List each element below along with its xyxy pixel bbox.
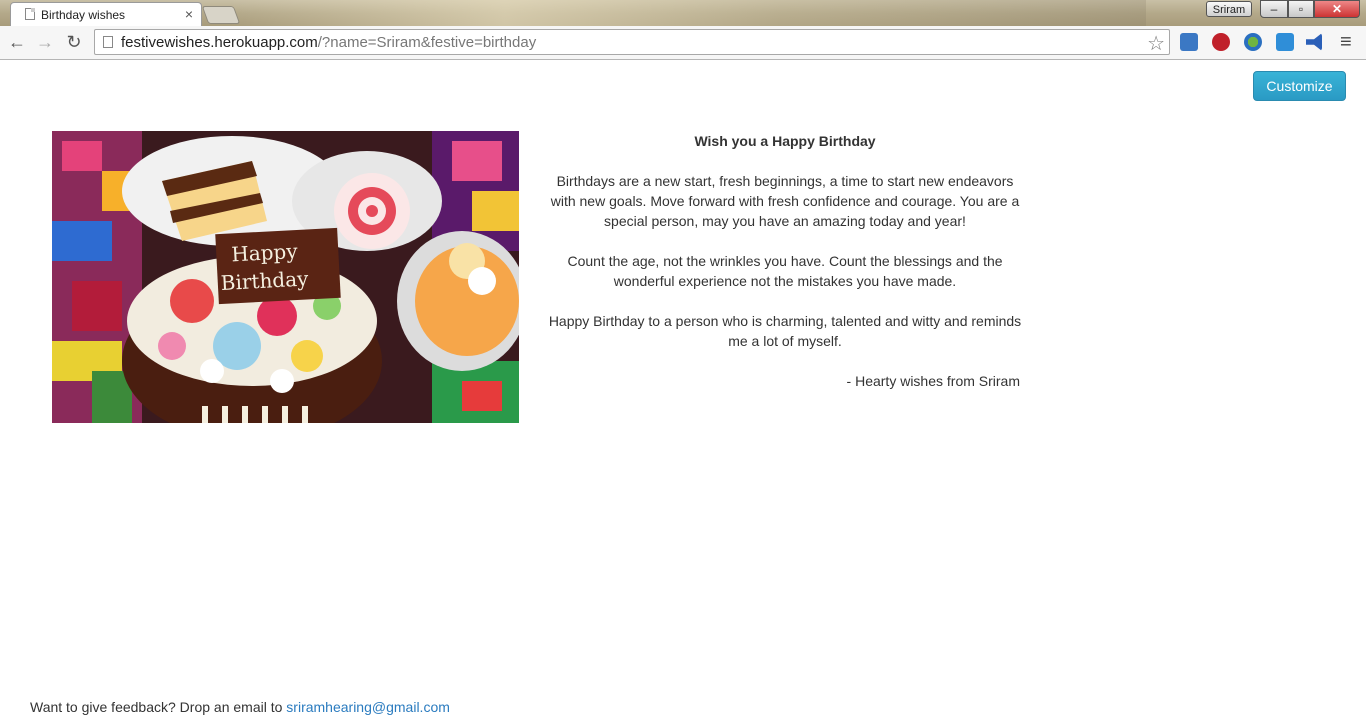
cast-icon[interactable]	[1276, 33, 1294, 51]
earth-icon[interactable]	[1244, 33, 1262, 51]
feedback-footer: Want to give feedback? Drop an email to …	[30, 699, 450, 715]
birthday-cake-image: Happy Birthday	[52, 131, 519, 423]
tab-title: Birthday wishes	[41, 8, 126, 22]
browser-titlebar: Birthday wishes × Sriram – ▫ ✕	[0, 0, 1366, 26]
close-window-button[interactable]: ✕	[1314, 0, 1360, 18]
url-host: festivewishes.herokuapp.com	[121, 34, 318, 51]
forward-arrow-icon[interactable]: →	[35, 32, 55, 52]
wish-paragraph-1: Birthdays are a new start, fresh beginni…	[550, 173, 1020, 229]
url-path: /?name=Sriram&festive=birthday	[317, 34, 537, 51]
tab-close-icon[interactable]: ×	[185, 6, 193, 22]
address-bar[interactable]: festivewishes.herokuapp.com/?name=Sriram…	[94, 29, 1170, 55]
svg-text:Birthday: Birthday	[220, 266, 309, 295]
profile-button[interactable]: Sriram	[1206, 1, 1252, 17]
announce-icon[interactable]	[1306, 33, 1322, 51]
feedback-email-link[interactable]: sriramhearing@gmail.com	[286, 699, 450, 715]
wish-message: Wish you a Happy Birthday Birthdays are …	[545, 131, 1025, 411]
chrome-menu-icon[interactable]: ≡	[1340, 31, 1352, 53]
svg-text:Happy: Happy	[231, 239, 299, 266]
reload-icon[interactable]: ↻	[64, 32, 84, 52]
back-arrow-icon[interactable]: ←	[7, 32, 27, 52]
page-favicon-icon	[25, 8, 35, 20]
new-tab-button[interactable]	[201, 6, 241, 24]
browser-toolbar: ← → ↻ festivewishes.herokuapp.com/?name=…	[0, 26, 1366, 60]
url-text[interactable]: festivewishes.herokuapp.com/?name=Sriram…	[121, 34, 536, 51]
wish-title: Wish you a Happy Birthday	[694, 133, 876, 149]
screen-capture-icon[interactable]	[1180, 33, 1198, 51]
maximize-button[interactable]: ▫	[1288, 0, 1314, 18]
customize-button[interactable]: Customize	[1253, 71, 1346, 101]
bookmark-star-icon[interactable]: ☆	[1147, 31, 1165, 56]
tab-birthday-wishes[interactable]: Birthday wishes ×	[10, 2, 202, 26]
wish-paragraph-2: Count the age, not the wrinkles you have…	[567, 253, 1003, 289]
wish-signature: - Hearty wishes from Sriram	[846, 373, 1020, 389]
minimize-button[interactable]: –	[1260, 0, 1288, 18]
wish-paragraph-3: Happy Birthday to a person who is charmi…	[548, 313, 1022, 349]
page-icon	[103, 36, 113, 48]
adblock-icon[interactable]	[1212, 33, 1230, 51]
feedback-text: Want to give feedback? Drop an email to	[30, 699, 283, 715]
